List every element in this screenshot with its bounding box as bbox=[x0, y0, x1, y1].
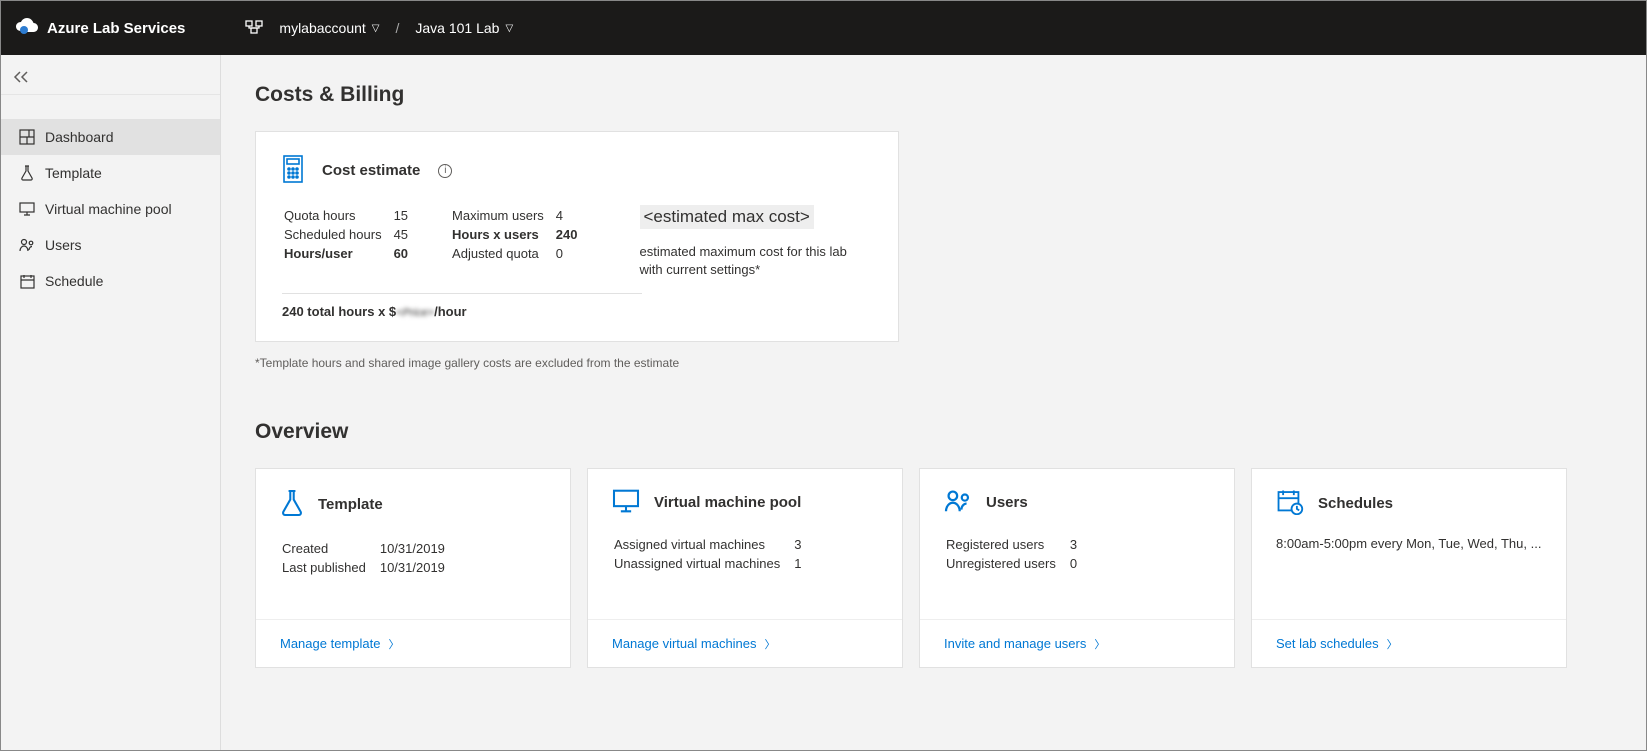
manage-template-link[interactable]: Manage template 〉 bbox=[280, 636, 399, 652]
sidebar-item-schedule[interactable]: Schedule bbox=[1, 263, 220, 299]
estimated-max-cost-value: <estimated max cost> bbox=[640, 205, 814, 229]
chevron-right-icon: 〉 bbox=[388, 636, 399, 652]
cost-footnote: *Template hours and shared image gallery… bbox=[255, 356, 1612, 370]
sidebar-item-label: Virtual machine pool bbox=[45, 201, 172, 217]
template-card: Template Created10/31/2019 Last publishe… bbox=[255, 468, 571, 668]
lab-breadcrumb[interactable]: Java 101 Lab ▽ bbox=[415, 20, 513, 36]
users-card: Users Registered users3 Unregistered use… bbox=[919, 468, 1235, 668]
users-info-table: Registered users3 Unregistered users0 bbox=[944, 534, 1091, 574]
cost-card-title: Cost estimate bbox=[322, 162, 420, 179]
chevron-right-icon: 〉 bbox=[1387, 636, 1398, 652]
info-icon[interactable]: i bbox=[438, 164, 452, 178]
flask-icon bbox=[19, 165, 35, 181]
chevron-down-icon: ▽ bbox=[505, 23, 513, 34]
breadcrumb-separator: / bbox=[396, 20, 400, 36]
estimated-max-cost-desc: estimated maximum cost for this lab with… bbox=[640, 243, 873, 279]
card-title: Users bbox=[986, 494, 1028, 511]
chevron-right-icon: 〉 bbox=[1094, 636, 1105, 652]
calculator-icon bbox=[282, 154, 308, 187]
card-title: Virtual machine pool bbox=[654, 494, 801, 511]
sidebar: Dashboard Template Virtual machine pool bbox=[1, 55, 221, 750]
set-schedules-link[interactable]: Set lab schedules 〉 bbox=[1276, 636, 1398, 652]
sidebar-item-label: Template bbox=[45, 165, 102, 181]
card-title: Schedules bbox=[1318, 495, 1393, 512]
sidebar-item-dashboard[interactable]: Dashboard bbox=[1, 119, 220, 155]
cost-left-table: Quota hours15 Scheduled hours45 Hours/us… bbox=[282, 205, 420, 264]
account-breadcrumb[interactable]: mylabaccount ▽ bbox=[279, 20, 379, 36]
breadcrumb: mylabaccount ▽ / Java 101 Lab ▽ bbox=[245, 20, 513, 37]
users-icon bbox=[944, 489, 972, 516]
product-title: Azure Lab Services bbox=[47, 20, 185, 37]
lab-account-icon bbox=[245, 20, 263, 37]
template-info-table: Created10/31/2019 Last published10/31/20… bbox=[280, 538, 459, 578]
overview-heading: Overview bbox=[255, 420, 1612, 444]
lab-name: Java 101 Lab bbox=[415, 20, 499, 36]
sidebar-item-users[interactable]: Users bbox=[1, 227, 220, 263]
cost-summary-line: 240 total hours x $<Price>/hour bbox=[282, 304, 872, 319]
sidebar-item-vmpool[interactable]: Virtual machine pool bbox=[1, 191, 220, 227]
chevron-right-icon: 〉 bbox=[765, 636, 776, 652]
azure-cloud-icon bbox=[15, 16, 39, 41]
card-title: Template bbox=[318, 496, 383, 513]
cost-estimate-card: Cost estimate i Quota hours15 Scheduled … bbox=[255, 131, 899, 342]
main-content: Costs & Billing Cost estimate i bbox=[221, 55, 1646, 750]
cost-mid-table: Maximum users4 Hours x users240 Adjusted… bbox=[450, 205, 589, 264]
calendar-clock-icon bbox=[1276, 489, 1304, 518]
sidebar-item-label: Schedule bbox=[45, 273, 103, 289]
product-logo-area[interactable]: Azure Lab Services bbox=[15, 16, 185, 41]
monitor-icon bbox=[19, 201, 35, 217]
chevron-down-icon: ▽ bbox=[372, 23, 380, 34]
calendar-icon bbox=[19, 273, 35, 289]
sidebar-item-label: Users bbox=[45, 237, 82, 253]
double-chevron-left-icon bbox=[13, 70, 29, 86]
schedule-summary: 8:00am-5:00pm every Mon, Tue, Wed, Thu, … bbox=[1276, 536, 1542, 551]
costs-heading: Costs & Billing bbox=[255, 83, 1612, 107]
manage-users-link[interactable]: Invite and manage users 〉 bbox=[944, 636, 1105, 652]
account-name: mylabaccount bbox=[279, 20, 365, 36]
sidebar-collapse-button[interactable] bbox=[1, 61, 220, 95]
vmpool-card: Virtual machine pool Assigned virtual ma… bbox=[587, 468, 903, 668]
manage-vms-link[interactable]: Manage virtual machines 〉 bbox=[612, 636, 776, 652]
schedules-card: Schedules 8:00am-5:00pm every Mon, Tue, … bbox=[1251, 468, 1567, 668]
dashboard-icon bbox=[19, 129, 35, 145]
flask-icon bbox=[280, 489, 304, 520]
users-icon bbox=[19, 237, 35, 253]
monitor-icon bbox=[612, 489, 640, 516]
vmpool-info-table: Assigned virtual machines3 Unassigned vi… bbox=[612, 534, 815, 574]
sidebar-item-template[interactable]: Template bbox=[1, 155, 220, 191]
sidebar-item-label: Dashboard bbox=[45, 129, 114, 145]
topbar: Azure Lab Services mylabaccount ▽ / Java… bbox=[1, 1, 1646, 55]
